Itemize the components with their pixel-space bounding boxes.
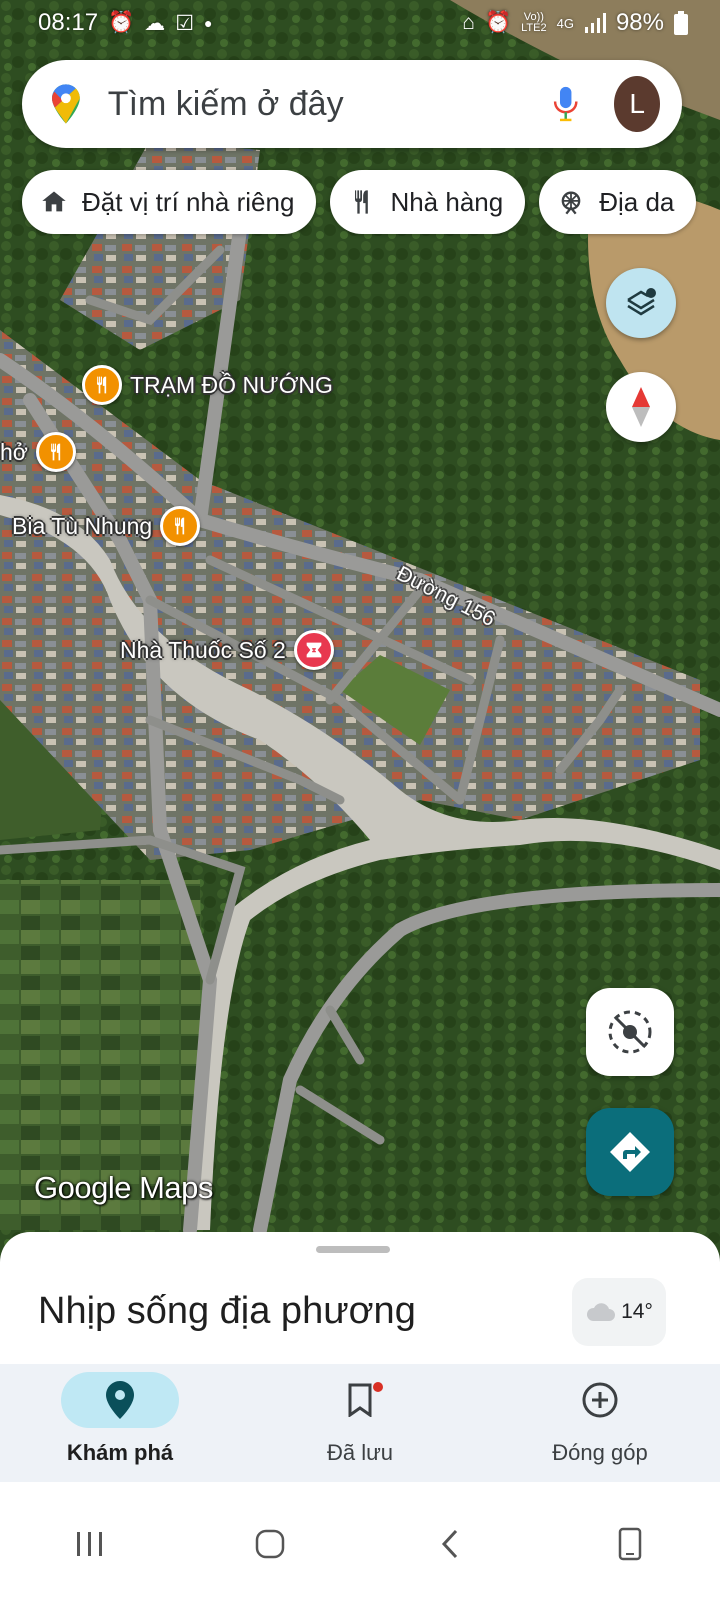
nav-explore[interactable]: Khám phá xyxy=(20,1372,220,1466)
poi-bia-tu-nhung[interactable]: Bia Tù Nhung xyxy=(12,506,201,546)
signal-type: 4G xyxy=(556,15,574,31)
search-input[interactable] xyxy=(107,84,551,124)
alarm-icon: ⏰ xyxy=(484,11,512,34)
mic-icon[interactable] xyxy=(551,81,580,127)
home-circle-icon xyxy=(255,1529,285,1558)
nav-label: Đóng góp xyxy=(552,1440,648,1465)
category-chips: Đặt vị trí nhà riêng Nhà hàng Địa da xyxy=(22,170,697,234)
location-pin-icon xyxy=(106,1381,134,1419)
google-maps-logo: Google Maps xyxy=(34,1170,213,1205)
chip-label: Nhà hàng xyxy=(390,186,504,217)
pharmacy-icon xyxy=(293,630,334,670)
bottom-sheet[interactable]: Nhịp sống địa phương 14° xyxy=(0,1232,720,1372)
weather-temp: 14° xyxy=(621,1300,653,1323)
search-bar[interactable]: L xyxy=(22,60,682,148)
cloud-icon: ☁ xyxy=(144,11,166,35)
home-button[interactable] xyxy=(230,1514,310,1574)
network-indicator: Vo)) LTE2 xyxy=(521,12,546,34)
notification-dot xyxy=(373,1382,383,1392)
dot-icon: ● xyxy=(204,15,213,31)
restaurant-icon xyxy=(82,365,122,405)
sheet-drag-handle[interactable] xyxy=(316,1246,390,1253)
restaurant-icon xyxy=(355,190,369,214)
poi-label: hở xyxy=(0,438,28,465)
avatar-letter: L xyxy=(629,88,645,119)
nav-label: Đã lưu xyxy=(326,1440,394,1465)
chip-label: Địa da xyxy=(599,186,675,217)
my-location-button[interactable] xyxy=(586,988,674,1076)
signal-icon xyxy=(584,13,606,33)
sheet-title: Nhịp sống địa phương xyxy=(38,1290,416,1332)
poi-tram-do-nuong[interactable]: TRẠM ĐỒ NƯỚNG xyxy=(82,365,333,405)
chip-restaurants[interactable]: Nhà hàng xyxy=(330,170,526,234)
back-button[interactable] xyxy=(410,1514,490,1574)
nav-contribute[interactable]: Đóng góp xyxy=(500,1372,700,1466)
system-navigation xyxy=(0,1482,720,1605)
chip-label: Đặt vị trí nhà riêng xyxy=(82,186,295,217)
layers-button[interactable] xyxy=(606,268,676,338)
directions-button[interactable] xyxy=(586,1108,674,1196)
poi-label: Bia Tù Nhung xyxy=(12,512,153,539)
network-bottom: LTE2 xyxy=(521,22,547,34)
google-maps-icon xyxy=(52,84,80,124)
layers-icon xyxy=(627,288,656,316)
home-icon: ⌂ xyxy=(462,11,475,34)
attraction-icon xyxy=(561,191,581,215)
bottom-navigation: Khám phá Đã lưu Đóng góp xyxy=(0,1364,720,1482)
nav-label: Khám phá xyxy=(66,1440,174,1465)
poi-label: Nhà Thuốc Số 2 xyxy=(120,636,286,663)
add-circle-icon xyxy=(582,1382,618,1418)
location-off-icon xyxy=(608,1010,652,1054)
poi-pho[interactable]: hở xyxy=(0,432,76,472)
status-time: 08:17 xyxy=(38,9,99,36)
checkbox-icon: ☑ xyxy=(175,11,195,35)
battery-percent: 98% xyxy=(615,9,664,36)
home-icon xyxy=(42,191,66,212)
rotate-button[interactable] xyxy=(590,1514,670,1574)
restaurant-icon xyxy=(35,432,76,472)
battery-icon xyxy=(674,11,688,35)
chip-set-home[interactable]: Đặt vị trí nhà riêng xyxy=(22,170,317,234)
weather-chip[interactable]: 14° xyxy=(572,1278,666,1346)
cloud-icon xyxy=(587,1303,616,1321)
compass-button[interactable] xyxy=(606,372,676,442)
back-icon xyxy=(441,1529,458,1558)
phone-rotate-icon xyxy=(618,1527,642,1560)
recent-apps-button[interactable] xyxy=(50,1514,130,1574)
bookmark-icon xyxy=(348,1383,372,1417)
chip-attractions[interactable]: Địa da xyxy=(539,170,697,234)
poi-label: TRẠM ĐỒ NƯỚNG xyxy=(130,371,333,398)
compass-icon xyxy=(632,387,650,427)
directions-icon xyxy=(610,1132,650,1172)
restaurant-icon xyxy=(160,506,201,546)
nav-saved[interactable]: Đã lưu xyxy=(260,1372,460,1466)
poi-nha-thuoc-so-2[interactable]: Nhà Thuốc Số 2 xyxy=(120,630,334,670)
avatar[interactable]: L xyxy=(614,76,660,132)
recent-apps-icon xyxy=(77,1531,102,1556)
alarm-icon: ⏰ xyxy=(108,11,135,34)
status-bar: 08:17 ⏰ ☁ ☑ ● ⌂ ⏰ Vo)) LTE2 4G 98% xyxy=(0,0,720,46)
